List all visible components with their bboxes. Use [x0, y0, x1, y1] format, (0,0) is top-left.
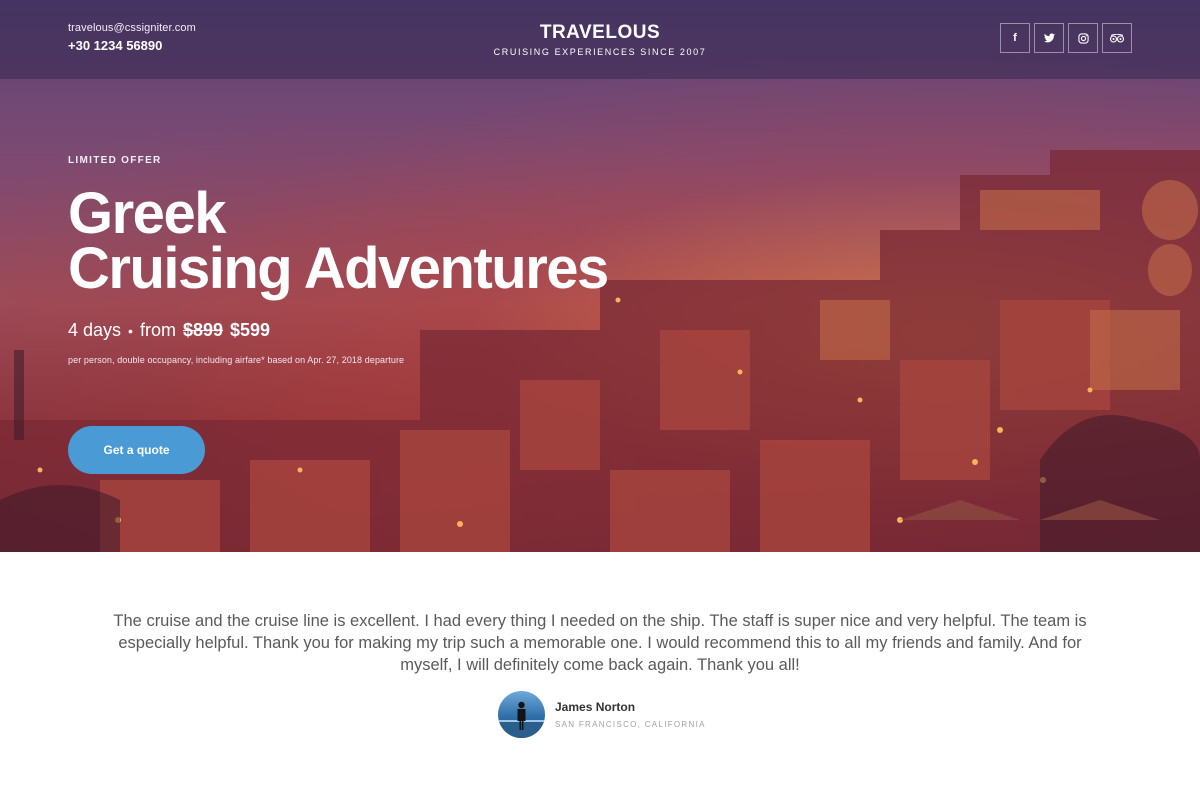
author-details: James Norton SAN FRANCISCO, CALIFORNIA — [555, 700, 706, 729]
testimonial-section: The cruise and the cruise line is excell… — [0, 552, 1200, 800]
price-line: 4 days • from $899 $599 — [68, 320, 608, 341]
hero-section: travelous@cssigniter.com +30 1234 56890 … — [0, 0, 1200, 552]
hero-eyebrow: LIMITED OFFER — [68, 155, 162, 166]
hero-content: LIMITED OFFER Greek Cruising Adventures … — [68, 155, 609, 365]
trip-duration: 4 days — [68, 320, 122, 340]
facebook-link[interactable]: f — [1000, 23, 1030, 53]
testimonial-quote: The cruise and the cruise line is excell… — [113, 612, 1087, 674]
person-silhouette-icon — [498, 701, 545, 738]
from-label: from — [139, 320, 176, 340]
separator-dot: • — [128, 323, 133, 339]
facebook-icon: f — [1013, 32, 1017, 44]
twitter-link[interactable] — [1034, 23, 1064, 53]
price-fineprint: per person, double occupancy, including … — [68, 355, 405, 365]
testimonial-author: James Norton SAN FRANCISCO, CALIFORNIA — [498, 691, 706, 738]
social-links: f — [1000, 23, 1132, 53]
top-bar: travelous@cssigniter.com +30 1234 56890 … — [0, 0, 1200, 79]
old-price: $899 — [182, 320, 223, 340]
headline-line-2: Cruising Adventures — [68, 236, 609, 301]
avatar — [498, 691, 545, 738]
instagram-icon — [1077, 32, 1089, 44]
author-name: James Norton — [555, 700, 636, 714]
tripadvisor-link[interactable] — [1102, 23, 1132, 53]
get-quote-button[interactable]: Get a quote — [68, 426, 205, 474]
author-location: SAN FRANCISCO, CALIFORNIA — [555, 720, 706, 729]
tripadvisor-icon — [1110, 33, 1124, 43]
instagram-link[interactable] — [1068, 23, 1098, 53]
hero-headline: Greek Cruising Adventures — [68, 185, 609, 298]
new-price: $599 — [230, 320, 271, 340]
twitter-icon — [1043, 33, 1055, 43]
